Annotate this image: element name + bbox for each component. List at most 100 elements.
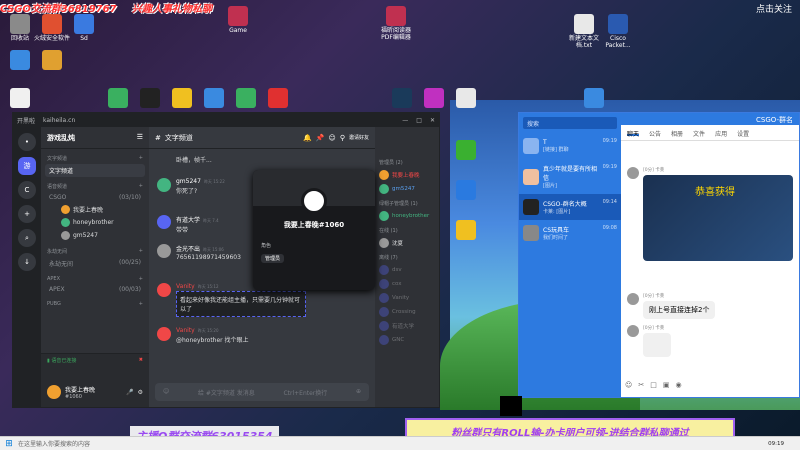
desktop-icon-k[interactable] [448, 220, 484, 242]
desktop-icon-recycle-bin[interactable]: 回收站 [2, 14, 38, 43]
tab-files[interactable]: 文件 [693, 129, 705, 138]
message-author[interactable]: gm5247 [176, 178, 201, 185]
search-icon[interactable]: ⚲ [340, 134, 345, 142]
image-icon[interactable]: ▣ [663, 381, 676, 389]
conversation-name: T [543, 139, 547, 146]
desktop-icon-h[interactable] [448, 88, 484, 110]
member-item[interactable]: GNC [375, 333, 439, 347]
guild-icon-c[interactable]: C [18, 181, 36, 199]
desktop-icon-textfile[interactable]: 新建文本文档.txt [566, 14, 602, 49]
search-server-icon[interactable]: ⌕ [18, 229, 36, 247]
message-author[interactable]: 金光不出 [176, 246, 200, 253]
member-item[interactable]: dsv [375, 263, 439, 277]
close-icon[interactable]: ✕ [430, 117, 435, 124]
desktop-icon-e[interactable] [164, 88, 200, 110]
qq-search-input[interactable]: 搜索 [523, 117, 617, 129]
voice-member[interactable]: honeybrother [41, 216, 149, 229]
desktop-icon-qq[interactable] [132, 88, 168, 110]
member-item[interactable]: honeybrother [375, 209, 439, 223]
tab-apps[interactable]: 应用 [715, 129, 727, 138]
gear-icon[interactable]: ⚙ [138, 389, 143, 396]
download-icon[interactable]: ↓ [18, 253, 36, 271]
channel-csgo[interactable]: CSGO (03/10) [41, 192, 149, 203]
add-channel-icon[interactable]: + [139, 155, 143, 162]
member-item[interactable]: Crossing [375, 305, 439, 319]
mic-icon[interactable]: ◉ [675, 381, 687, 389]
tab-album[interactable]: 相册 [671, 129, 683, 138]
mic-icon[interactable]: 🎤 [126, 389, 133, 396]
invite-button[interactable]: 邀请好友 [349, 134, 369, 141]
add-icon[interactable]: ⊕ [356, 388, 361, 396]
category-yongjie[interactable]: 永劫无间 + [41, 242, 149, 257]
desktop-icon-sd[interactable]: Sd [66, 14, 102, 43]
qq-conversation[interactable]: CS玩具车 我们时间了 09:08 [519, 220, 621, 246]
member-item[interactable]: 沈夏 [375, 236, 439, 250]
pin-icon[interactable]: 📌 [316, 134, 325, 142]
desktop-icon-cisco[interactable]: Cisco Packet... [600, 14, 636, 49]
bell-icon[interactable]: 🔔 [303, 134, 312, 142]
add-channel-icon[interactable]: + [139, 276, 143, 282]
tab-settings[interactable]: 设置 [737, 129, 749, 138]
desktop-icon-wechat[interactable] [228, 88, 264, 110]
member-item[interactable]: cox [375, 277, 439, 291]
disconnect-icon[interactable]: ✖ [139, 357, 143, 363]
desktop-icon-pdf[interactable]: 福昕阅读器PDF编辑器 [378, 6, 414, 41]
qq-conversation[interactable]: 真少年就是要有所相信 [图片] 09:19 [519, 159, 621, 194]
voice-member[interactable]: 我要上春晚 [41, 203, 149, 216]
desktop-icon-netease[interactable] [260, 88, 296, 110]
guild-icon-game[interactable]: 游 [18, 157, 36, 175]
scissors-icon[interactable]: ✂ [638, 381, 650, 389]
add-server-icon[interactable]: + [18, 205, 36, 223]
sticker-image[interactable] [643, 333, 671, 357]
category-voice[interactable]: 语音频道 + [41, 177, 149, 192]
qq-message-image[interactable]: 恭喜获得 [643, 175, 793, 261]
windows-start-icon[interactable]: ⊞ [0, 439, 18, 449]
desktop-icon-b[interactable] [34, 50, 70, 72]
voice-member[interactable]: gm5247 [41, 229, 149, 242]
message-author[interactable]: 有道大学 [176, 217, 200, 224]
qq-conversation[interactable]: T [链接] 群聊 09:19 [519, 133, 621, 159]
member-item[interactable]: 有道大学 [375, 319, 439, 333]
desktop-icon-f[interactable] [196, 88, 232, 110]
minimize-icon[interactable]: — [402, 117, 408, 124]
emoji-icon[interactable]: ☺ [625, 381, 638, 389]
avatar[interactable] [47, 385, 61, 399]
taskbar-clock[interactable]: 09:19 [768, 441, 800, 447]
desktop-icon-huorong[interactable]: 火绒安全软件 [34, 14, 70, 43]
message-input[interactable]: ☺ 给 #文字频道 发消息 Ctrl+Enter换行 ⊕ [155, 383, 369, 401]
add-channel-icon[interactable]: + [139, 301, 143, 307]
tab-chat[interactable]: 聊天 [627, 129, 640, 138]
emoji-icon[interactable]: ☺ [163, 388, 169, 396]
add-channel-icon[interactable]: + [139, 183, 143, 190]
category-pubg[interactable]: PUBG + [41, 295, 149, 309]
desktop-icon-d[interactable] [100, 88, 136, 110]
menu-icon[interactable]: ☰ [137, 133, 143, 142]
member-item[interactable]: gm5247 [375, 182, 439, 196]
taskbar-search[interactable]: 在这里输入你要搜索的内容 [18, 439, 90, 448]
tab-notice[interactable]: 公告 [649, 129, 661, 138]
desktop-icon-j[interactable] [448, 180, 484, 202]
server-header[interactable]: 游戏乱炖 ☰ [41, 127, 149, 149]
desktop-icon-geforce[interactable] [448, 140, 484, 162]
qq-conversation[interactable]: CSGO-群名大概 卡莱: [图片] 09:14 [519, 194, 621, 220]
category-apex[interactable]: APEX + [41, 270, 149, 284]
add-channel-icon[interactable]: + [139, 248, 143, 255]
home-guild-icon[interactable]: • [18, 133, 36, 151]
channel-apex[interactable]: APEX (00/03) [41, 284, 149, 295]
desktop-icon-g[interactable] [416, 88, 452, 110]
members-icon[interactable]: ☺ [329, 134, 336, 142]
message-author[interactable]: Vanity [176, 283, 195, 290]
message-author[interactable]: Vanity [176, 327, 195, 334]
desktop-icon-i[interactable] [576, 88, 612, 110]
channel-text[interactable]: 文字频道 [45, 164, 145, 177]
member-item[interactable]: 我要上春晚 [375, 168, 439, 182]
maximize-icon[interactable]: □ [416, 117, 422, 124]
desktop-icon-steam[interactable] [384, 88, 420, 110]
folder-icon[interactable]: □ [650, 381, 663, 389]
desktop-icon-a[interactable] [2, 50, 38, 72]
desktop-icon-c[interactable] [2, 88, 38, 110]
desktop-icon-game[interactable]: Game [220, 6, 256, 35]
channel-yongjie[interactable]: 永劫无间 (00/25) [41, 257, 149, 270]
member-item[interactable]: Vanity [375, 291, 439, 305]
category-text[interactable]: 文字频道 + [41, 149, 149, 164]
